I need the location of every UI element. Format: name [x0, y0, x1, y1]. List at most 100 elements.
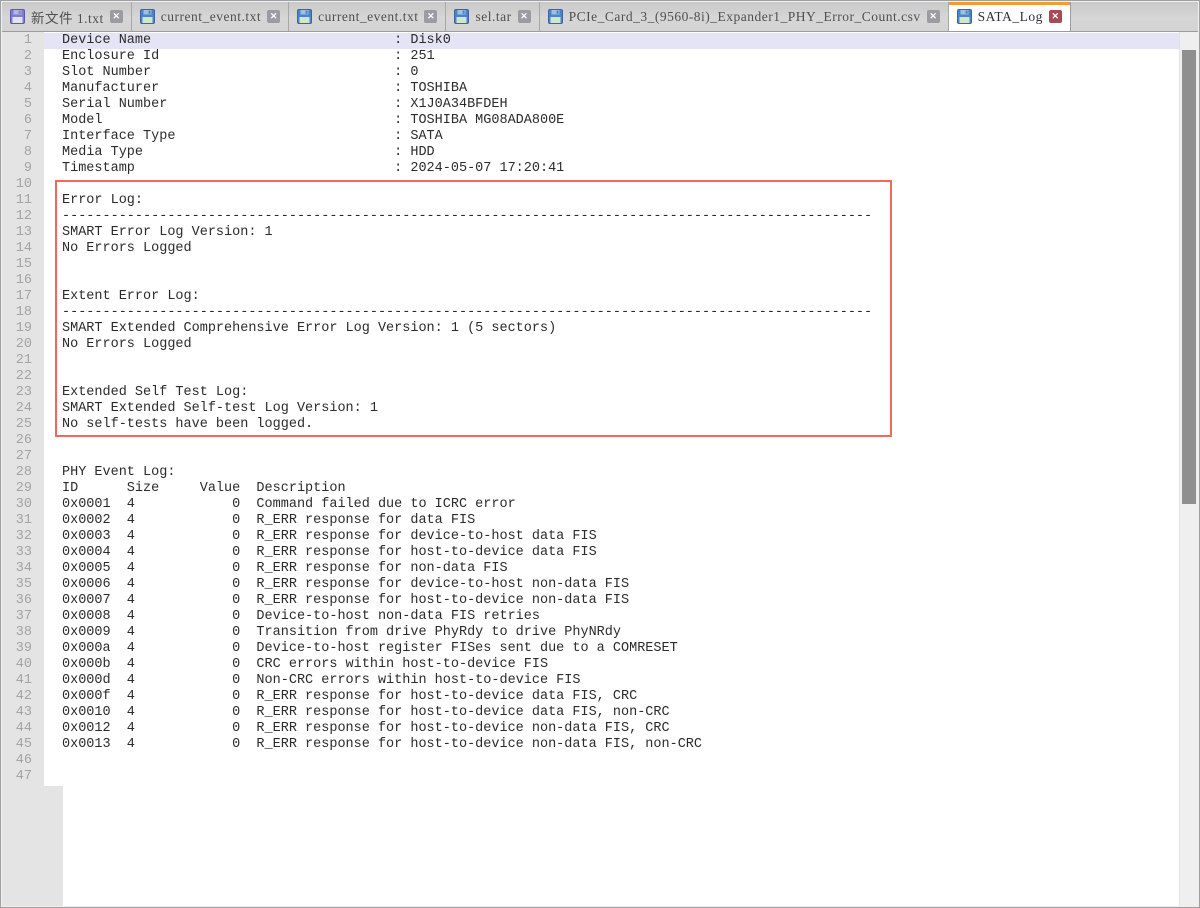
line[interactable]: 430x0010 4 0 R_ERR response for host-to-…	[2, 705, 1180, 721]
line-text: 0x000b 4 0 CRC errors within host-to-dev…	[44, 657, 1180, 673]
line-number: 18	[2, 305, 44, 321]
line-number: 29	[2, 481, 44, 497]
tab-close-button[interactable]: ✕	[927, 10, 940, 23]
line-number: 44	[2, 721, 44, 737]
line[interactable]: 11Error Log:	[2, 193, 1180, 209]
line[interactable]: 21	[2, 353, 1180, 369]
tab-label: 新文件 1.txt	[31, 7, 104, 27]
tab-current_event_txt[interactable]: current_event.txt ✕	[289, 2, 446, 31]
tab-current_event_txt[interactable]: current_event.txt✕	[132, 2, 289, 31]
line[interactable]: 320x0003 4 0 R_ERR response for device-t…	[2, 529, 1180, 545]
line[interactable]: 47	[2, 769, 1180, 785]
line[interactable]: 330x0004 4 0 R_ERR response for host-to-…	[2, 545, 1180, 561]
line[interactable]: 410x000d 4 0 Non-CRC errors within host-…	[2, 673, 1180, 689]
line-number: 10	[2, 177, 44, 193]
line-text	[44, 449, 1180, 465]
line[interactable]: 390x000a 4 0 Device-to-host register FIS…	[2, 641, 1180, 657]
line-text: 0x000a 4 0 Device-to-host register FISes…	[44, 641, 1180, 657]
line-number: 35	[2, 577, 44, 593]
line-number: 20	[2, 337, 44, 353]
line-text	[44, 769, 1180, 785]
line[interactable]: 29ID Size Value Description	[2, 481, 1180, 497]
line[interactable]: 27	[2, 449, 1180, 465]
line[interactable]: 6Model : TOSHIBA MG08ADA800E	[2, 113, 1180, 129]
tab-PCIe_Card_3__9560-8i__Expander1_PHY_Error_Count_csv[interactable]: PCIe_Card_3_(9560-8i)_Expander1_PHY_Erro…	[540, 2, 949, 31]
line-number: 6	[2, 113, 44, 129]
tab-label: current_event.txt	[318, 9, 418, 25]
floppy-icon	[10, 9, 25, 24]
line[interactable]: 18--------------------------------------…	[2, 305, 1180, 321]
line[interactable]: 46	[2, 753, 1180, 769]
line-text: Serial Number : X1J0A34BFDEH	[44, 97, 1180, 113]
tab-close-button[interactable]: ✕	[518, 10, 531, 23]
line[interactable]: 450x0013 4 0 R_ERR response for host-to-…	[2, 737, 1180, 753]
vertical-scrollbar[interactable]	[1179, 32, 1198, 906]
line[interactable]: 340x0005 4 0 R_ERR response for non-data…	[2, 561, 1180, 577]
line-text	[44, 369, 1180, 385]
line[interactable]: 28PHY Event Log:	[2, 465, 1180, 481]
line-number: 8	[2, 145, 44, 161]
line-number: 39	[2, 641, 44, 657]
line[interactable]: 420x000f 4 0 R_ERR response for host-to-…	[2, 689, 1180, 705]
line[interactable]: 26	[2, 433, 1180, 449]
line-number: 43	[2, 705, 44, 721]
line-text: Device Name : Disk0	[44, 33, 1180, 49]
line[interactable]: 19SMART Extended Comprehensive Error Log…	[2, 321, 1180, 337]
line-number: 12	[2, 209, 44, 225]
line[interactable]: 2Enclosure Id : 251	[2, 49, 1180, 65]
line[interactable]: 9Timestamp : 2024-05-07 17:20:41	[2, 161, 1180, 177]
tab-_1_txt[interactable]: 新文件 1.txt ✕	[2, 2, 132, 31]
tab-close-button[interactable]: ✕	[1049, 10, 1062, 23]
line[interactable]: 22	[2, 369, 1180, 385]
line[interactable]: 8Media Type : HDD	[2, 145, 1180, 161]
editor-content[interactable]: 1Device Name : Disk02Enclosure Id : 2513…	[2, 32, 1198, 906]
line[interactable]: 1Device Name : Disk0	[2, 33, 1180, 49]
line[interactable]: 7Interface Type : SATA	[2, 129, 1180, 145]
line[interactable]: 4Manufacturer : TOSHIBA	[2, 81, 1180, 97]
line-text: 0x0007 4 0 R_ERR response for host-to-de…	[44, 593, 1180, 609]
line[interactable]: 5Serial Number : X1J0A34BFDEH	[2, 97, 1180, 113]
line-number: 30	[2, 497, 44, 513]
line[interactable]: 370x0008 4 0 Device-to-host non-data FIS…	[2, 609, 1180, 625]
line[interactable]: 17Extent Error Log:	[2, 289, 1180, 305]
line-text: No Errors Logged	[44, 241, 1180, 257]
line-number: 26	[2, 433, 44, 449]
tab-sel_tar[interactable]: sel.tar✕	[446, 2, 539, 31]
line-text: 0x0004 4 0 R_ERR response for host-to-de…	[44, 545, 1180, 561]
tab-close-button[interactable]: ✕	[110, 10, 123, 23]
line[interactable]: 350x0006 4 0 R_ERR response for device-t…	[2, 577, 1180, 593]
line[interactable]: 12--------------------------------------…	[2, 209, 1180, 225]
line[interactable]: 20No Errors Logged	[2, 337, 1180, 353]
line[interactable]: 25No self-tests have been logged.	[2, 417, 1180, 433]
line-number: 1	[2, 33, 44, 49]
line[interactable]: 380x0009 4 0 Transition from drive PhyRd…	[2, 625, 1180, 641]
line[interactable]: 24SMART Extended Self-test Log Version: …	[2, 401, 1180, 417]
tab-close-button[interactable]: ✕	[424, 10, 437, 23]
line-text: 0x0001 4 0 Command failed due to ICRC er…	[44, 497, 1180, 513]
tab-close-button[interactable]: ✕	[267, 10, 280, 23]
line[interactable]: 23Extended Self Test Log:	[2, 385, 1180, 401]
floppy-icon	[140, 9, 155, 24]
tab-SATA_Log[interactable]: SATA_Log ✕	[949, 2, 1071, 31]
line[interactable]: 310x0002 4 0 R_ERR response for data FIS	[2, 513, 1180, 529]
line[interactable]: 14No Errors Logged	[2, 241, 1180, 257]
line-text: No self-tests have been logged.	[44, 417, 1180, 433]
line[interactable]: 3Slot Number : 0	[2, 65, 1180, 81]
line-text: 0x0012 4 0 R_ERR response for host-to-de…	[44, 721, 1180, 737]
line[interactable]: 400x000b 4 0 CRC errors within host-to-d…	[2, 657, 1180, 673]
line-text	[44, 353, 1180, 369]
line-number: 2	[2, 49, 44, 65]
line[interactable]: 300x0001 4 0 Command failed due to ICRC …	[2, 497, 1180, 513]
line-number: 16	[2, 273, 44, 289]
line[interactable]: 10	[2, 177, 1180, 193]
line-text: Interface Type : SATA	[44, 129, 1180, 145]
line-text: ----------------------------------------…	[44, 305, 1180, 321]
line[interactable]: 15	[2, 257, 1180, 273]
line[interactable]: 13SMART Error Log Version: 1	[2, 225, 1180, 241]
line-text: Slot Number : 0	[44, 65, 1180, 81]
line[interactable]: 440x0012 4 0 R_ERR response for host-to-…	[2, 721, 1180, 737]
scrollbar-thumb[interactable]	[1182, 50, 1196, 504]
tab-label: SATA_Log	[978, 9, 1043, 25]
line[interactable]: 360x0007 4 0 R_ERR response for host-to-…	[2, 593, 1180, 609]
line[interactable]: 16	[2, 273, 1180, 289]
